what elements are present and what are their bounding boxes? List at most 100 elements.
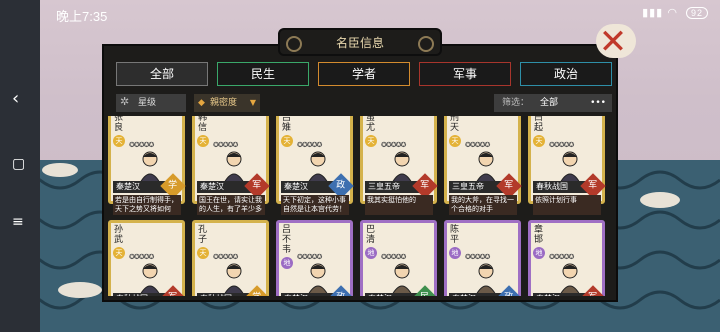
tab-scholar[interactable]: 学者 <box>318 62 410 86</box>
type-badge-label: 政 <box>336 289 345 296</box>
star-rating: ✪✪✪✪✪ <box>129 141 154 149</box>
battery-icon: 92 <box>685 7 708 19</box>
tier-badge: 天 <box>449 135 461 147</box>
minister-quote: 国王在世，请实让我的人生，有了羊少多 <box>197 195 265 215</box>
close-icon[interactable]: ✕ <box>599 22 628 62</box>
star-rating: ✪✪✪✪✪ <box>381 253 406 261</box>
star-rating: ✪✪✪✪✪ <box>381 141 406 149</box>
minister-portrait <box>138 151 162 185</box>
minister-card[interactable]: 孔子 天 ✪✪✪✪✪ 春秋战国 学 <box>192 220 270 296</box>
minister-portrait <box>474 263 498 296</box>
minister-name: 章邯 <box>534 225 544 245</box>
minister-name: 陈平 <box>450 225 460 245</box>
minister-quote: 依照计划行事 <box>533 195 601 215</box>
minister-portrait <box>306 263 330 296</box>
star-rating: ✪✪✪✪✪ <box>549 253 574 261</box>
screen-filter-value: 全部 <box>540 98 559 108</box>
minister-portrait <box>306 151 330 185</box>
status-icons: ▮▮▮ ◠ 92 <box>642 6 708 19</box>
tier-badge: 天 <box>281 135 293 147</box>
screen-filter[interactable]: 筛选： 全部 ••• <box>494 94 612 112</box>
tab-all[interactable]: 全部 <box>116 62 208 86</box>
intimacy-sort-button[interactable]: ◆ 親密度 ▼ <box>194 94 260 112</box>
minister-card[interactable]: 韩信 天 ✪✪✪✪✪ 秦楚汉 军 国王在世，请实让我的人生，有了羊少多 <box>192 116 270 215</box>
minister-name: 吕雉 <box>282 116 292 133</box>
diamond-icon: ◆ <box>198 98 205 108</box>
minister-portrait <box>390 263 414 296</box>
panel-title: 名臣信息 <box>278 28 442 56</box>
tier-badge: 天 <box>113 247 125 259</box>
home-nav-icon[interactable]: ▢ <box>12 156 25 172</box>
star-rating: ✪✪✪✪✪ <box>465 253 490 261</box>
minister-card[interactable]: 巴清 地 ✪✪✪✪✪ 秦楚汉 民 <box>360 220 438 296</box>
type-badge-label: 军 <box>420 180 430 191</box>
star-rating: ✪✪✪✪✪ <box>213 141 238 149</box>
close-button[interactable]: ✕ <box>590 22 636 62</box>
tier-badge: 天 <box>533 135 545 147</box>
minister-card[interactable]: 吕雉 天 ✪✪✪✪✪ 秦楚汉 政 天下初定，这种小事自然是让本宫代劳！ <box>276 116 354 215</box>
minister-card[interactable]: 陈平 地 ✪✪✪✪✪ 秦楚汉 政 <box>444 220 522 296</box>
wifi-icon: ◠ <box>667 7 678 19</box>
type-badge-label: 军 <box>504 180 514 191</box>
screen-filter-label: 筛选： <box>502 98 530 108</box>
star-rating: ✪✪✪✪✪ <box>213 253 238 261</box>
tier-badge: 天 <box>365 135 377 147</box>
minister-card[interactable]: 蚩尤 天 ✪✪✪✪✪ 三皇五帝 军 我其实挺怕他的 <box>360 116 438 215</box>
minister-name: 巴清 <box>366 225 376 245</box>
star-sort-button[interactable]: ✲ 星级 <box>116 94 186 112</box>
minister-portrait <box>222 263 246 296</box>
tier-badge: 天 <box>197 247 209 259</box>
minister-quote: 我其实挺怕他的 <box>365 195 433 215</box>
minister-card[interactable]: 刑天 天 ✪✪✪✪✪ 三皇五帝 军 我的大斧，在寻找一个合格的对手 <box>444 116 522 215</box>
minister-portrait <box>138 263 162 296</box>
back-nav-icon[interactable]: ‹ <box>12 88 19 109</box>
tab-military-label: 军事 <box>452 67 477 81</box>
type-badge-label: 军 <box>588 180 598 191</box>
tier-badge: 地 <box>281 257 293 269</box>
signal-icon: ▮▮▮ <box>642 7 664 19</box>
tier-badge: 地 <box>365 247 377 259</box>
dropdown-arrow-icon: ▼ <box>249 98 256 107</box>
tab-politics-label: 政治 <box>553 67 578 81</box>
minister-name: 刑天 <box>450 116 460 133</box>
minister-portrait <box>558 151 582 185</box>
intimacy-sort-label: 親密度 <box>210 98 238 108</box>
minister-quote: 我的大斧，在寻找一个合格的对手 <box>449 195 517 215</box>
minister-portrait <box>558 263 582 296</box>
minister-name: 孔子 <box>198 225 208 245</box>
tab-livelihood-label: 民生 <box>250 67 275 81</box>
gear-icon: ✲ <box>120 95 130 108</box>
minister-card[interactable]: 孙武 天 ✪✪✪✪✪ 春秋战国 军 <box>108 220 186 296</box>
type-badge-label: 民 <box>420 289 429 296</box>
minister-portrait <box>390 151 414 185</box>
star-rating: ✪✪✪✪✪ <box>549 141 574 149</box>
star-rating: ✪✪✪✪✪ <box>297 253 322 261</box>
minister-quote: 若是由自行制得手，天下之势又将如何 <box>113 195 181 215</box>
minister-card[interactable]: 张良 天 ✪✪✪✪✪ 秦楚汉 学 若是由自行制得手，天下之势又将如何 <box>108 116 186 215</box>
status-time: 晚上7:35 <box>56 9 108 24</box>
tier-badge: 天 <box>197 135 209 147</box>
minister-card[interactable]: 吕不韦 地 ✪✪✪✪✪ 秦楚汉 政 <box>276 220 354 296</box>
category-tabs: 全部 民生 学者 军事 政治 <box>116 62 612 88</box>
minister-name: 蚩尤 <box>366 116 376 133</box>
tier-badge: 地 <box>533 247 545 259</box>
star-sort-label: 星级 <box>138 98 157 108</box>
minister-quote: 天下初定，这种小事自然是让本宫代劳！ <box>281 195 349 215</box>
type-badge-label: 军 <box>168 289 177 296</box>
tab-livelihood[interactable]: 民生 <box>217 62 309 86</box>
tab-military[interactable]: 军事 <box>419 62 511 86</box>
minister-name: 张良 <box>114 116 124 133</box>
type-badge-label: 军 <box>588 289 597 296</box>
tier-badge: 天 <box>113 135 125 147</box>
minister-name: 孙武 <box>114 225 124 245</box>
minister-name: 吕不韦 <box>282 225 292 255</box>
minister-card[interactable]: 白起 天 ✪✪✪✪✪ 春秋战国 军 依照计划行事 <box>528 116 606 215</box>
tab-politics[interactable]: 政治 <box>520 62 612 86</box>
tab-scholar-label: 学者 <box>351 67 376 81</box>
minister-portrait <box>474 151 498 185</box>
menu-nav-icon[interactable]: ≡ <box>12 214 24 230</box>
minister-card[interactable]: 章邯 地 ✪✪✪✪✪ 秦楚汉 军 <box>528 220 606 296</box>
minister-name: 白起 <box>534 116 544 133</box>
more-options-icon[interactable]: ••• <box>590 94 606 112</box>
minister-card-grid: 张良 天 ✪✪✪✪✪ 秦楚汉 学 若是由自行制得手，天下之势又将如何 韩信 天 … <box>108 116 612 296</box>
